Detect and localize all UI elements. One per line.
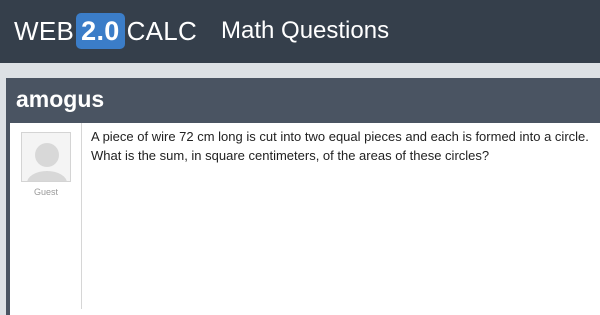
logo-badge: 2.0 [76, 13, 125, 49]
logo-prefix: WEB [14, 15, 75, 46]
question-panel: amogus Guest A piece of wire 72 cm long … [6, 78, 600, 315]
user-column: Guest [10, 123, 82, 309]
section-title[interactable]: Math Questions [221, 17, 389, 45]
top-bar: WEB 2.0 CALC Math Questions [0, 0, 600, 63]
question-body: Guest A piece of wire 72 cm long is cut … [10, 123, 600, 315]
question-title: amogus [16, 86, 105, 112]
logo-suffix: CALC [126, 15, 198, 46]
avatar [21, 132, 71, 182]
author-name: Guest [33, 187, 58, 197]
site-logo[interactable]: WEB 2.0 CALC [14, 12, 197, 50]
user-silhouette-icon [22, 133, 70, 181]
question-text: A piece of wire 72 cm long is cut into t… [91, 129, 589, 163]
